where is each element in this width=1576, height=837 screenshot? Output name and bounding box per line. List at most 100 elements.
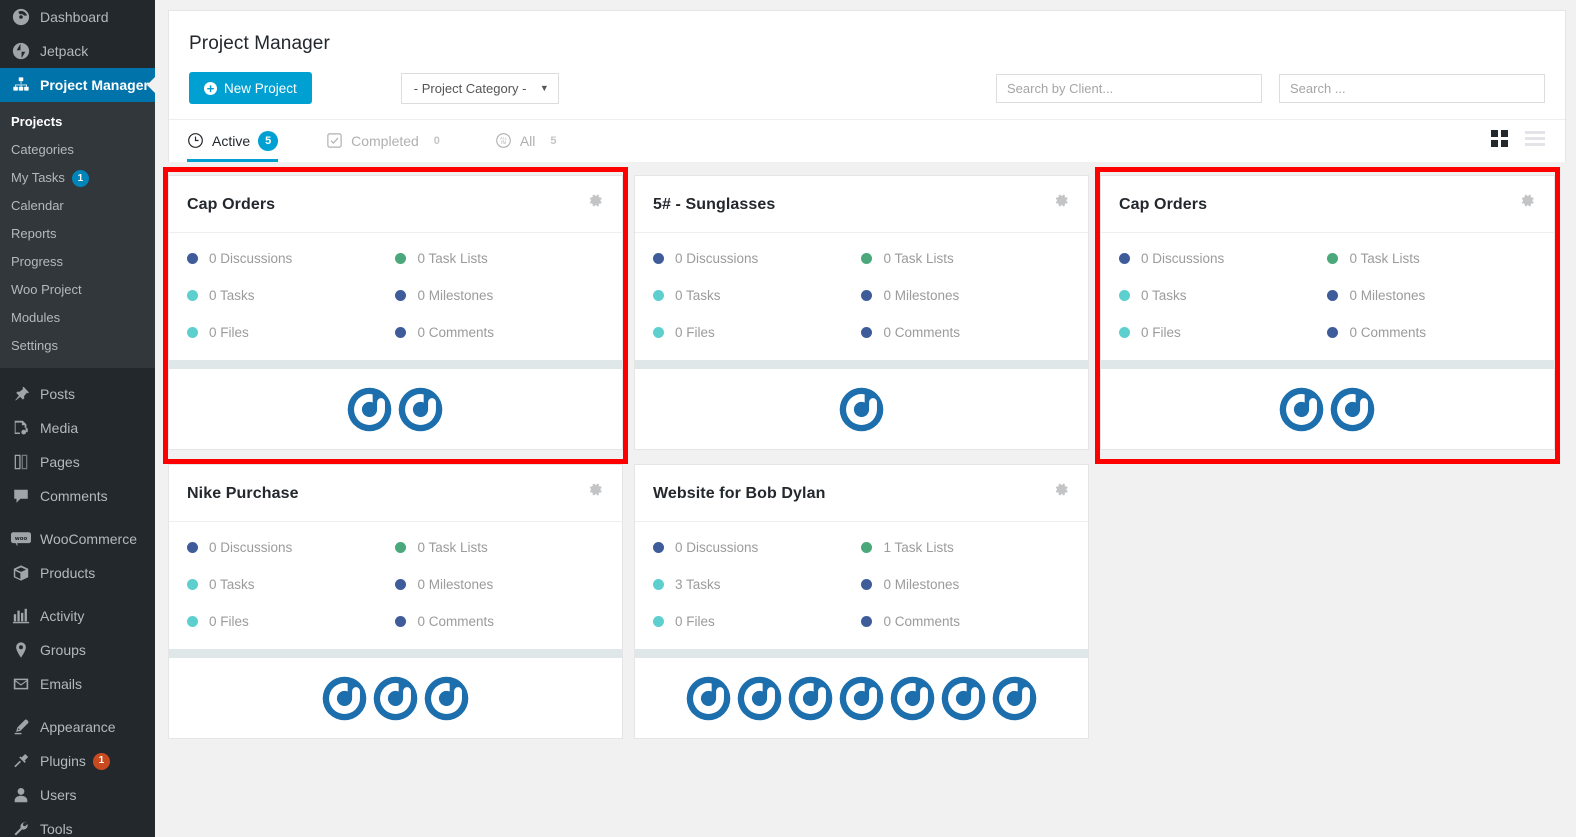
stat-label: 0 Milestones	[883, 577, 960, 592]
stat-dot-icon	[1327, 253, 1339, 264]
sidebar-item-tools[interactable]: Tools	[0, 812, 155, 837]
sidebar-item-comments[interactable]: Comments	[0, 479, 155, 513]
stat-dot-icon	[187, 579, 198, 590]
new-project-button[interactable]: + New Project	[189, 72, 312, 104]
project-stats: 0 Discussions 0 Task Lists 0 Tasks 0 Milest…	[1101, 233, 1554, 360]
submenu-item-categories[interactable]: Categories	[0, 136, 155, 164]
project-stat: 0 Tasks	[187, 577, 395, 592]
avatar	[1331, 387, 1375, 431]
tab-active[interactable]: Active 5	[187, 119, 304, 162]
sidebar-item-dashboard[interactable]: Dashboard	[0, 0, 155, 34]
stat-label: 0 Tasks	[1140, 288, 1187, 303]
search-input[interactable]	[1279, 73, 1545, 103]
project-stats: 0 Discussions 0 Task Lists 0 Tasks 0 Milest…	[635, 233, 1088, 360]
stat-dot-icon	[395, 542, 407, 553]
tab-all[interactable]: ALL IN All 5	[495, 119, 590, 162]
project-manager-icon	[11, 75, 31, 95]
products-icon	[11, 563, 31, 583]
stat-label: 0 Discussions	[1140, 251, 1225, 266]
project-stat: 0 Task Lists	[395, 251, 604, 266]
card-divider	[1100, 360, 1554, 369]
project-card[interactable]: Website for Bob Dylan 0 Discussions 1 Task…	[633, 464, 1089, 739]
project-card-header: Cap Orders	[169, 176, 622, 233]
submenu-item-progress[interactable]: Progress	[0, 248, 155, 276]
stat-dot-icon	[652, 579, 664, 590]
project-stat: 0 Files	[652, 325, 861, 340]
project-category-select[interactable]: - Project Category - ▼	[400, 72, 559, 104]
sidebar-item-users[interactable]: Users	[0, 778, 155, 812]
project-card[interactable]: Nike Purchase 0 Discussions 0 Task Lists 0 …	[168, 464, 623, 739]
project-manager-panel: Project Manager + New Project - Project …	[168, 10, 1566, 162]
submenu-item-calendar[interactable]: Calendar	[0, 192, 155, 220]
sidebar-item-label: Posts	[40, 386, 76, 403]
stat-dot-icon	[395, 290, 407, 301]
svg-text:IN: IN	[501, 140, 506, 146]
project-stat: 0 Comments	[861, 614, 1070, 629]
grid-view-icon[interactable]	[1491, 130, 1508, 152]
list-view-icon[interactable]	[1525, 131, 1545, 151]
emails-icon	[11, 674, 31, 694]
stat-dot-icon	[187, 327, 198, 338]
submenu-item-modules[interactable]: Modules	[0, 304, 155, 332]
tab-completed[interactable]: Completed 0	[326, 119, 473, 162]
users-icon	[11, 785, 31, 805]
submenu-item-woo-project[interactable]: Woo Project	[0, 276, 155, 304]
stat-label: 3 Tasks	[674, 577, 721, 592]
project-stats: 0 Discussions 0 Task Lists 0 Tasks 0 Milest…	[169, 522, 622, 649]
activity-icon	[11, 606, 31, 626]
gear-icon[interactable]	[1053, 481, 1070, 498]
project-stat: 0 Milestones	[395, 288, 604, 303]
sidebar-item-pages[interactable]: Pages	[0, 445, 155, 479]
submenu-item-my-tasks[interactable]: My Tasks 1	[0, 164, 155, 192]
sidebar-item-plugins[interactable]: Plugins 1	[0, 744, 155, 778]
submenu-item-projects[interactable]: Projects	[0, 108, 155, 136]
stat-label: 0 Tasks	[209, 288, 255, 303]
stat-dot-icon	[861, 579, 873, 590]
project-card[interactable]: 5# - Sunglasses 0 Discussions 0 Task Lists…	[633, 175, 1089, 450]
sidebar-item-label: Users	[40, 787, 77, 804]
project-stat: 0 Files	[187, 614, 395, 629]
stat-dot-icon	[395, 253, 407, 264]
stat-dot-icon	[652, 290, 664, 301]
menu-badge: 1	[92, 752, 110, 770]
stat-dot-icon	[861, 327, 873, 338]
sidebar-item-emails[interactable]: Emails	[0, 667, 155, 701]
project-title: 5# - Sunglasses	[652, 196, 776, 213]
sidebar-item-media[interactable]: Media	[0, 411, 155, 445]
gear-icon[interactable]	[587, 481, 604, 498]
submenu-item-settings[interactable]: Settings	[0, 332, 155, 360]
project-stat: 0 Tasks	[652, 288, 861, 303]
sidebar-item-groups[interactable]: Groups	[0, 633, 155, 667]
sidebar-item-activity[interactable]: Activity	[0, 599, 155, 633]
sidebar-item-appearance[interactable]: Appearance	[0, 710, 155, 744]
gear-icon[interactable]	[1053, 192, 1070, 209]
media-icon	[11, 418, 31, 438]
avatar	[839, 676, 884, 720]
project-stat: 0 Discussions	[652, 540, 861, 555]
stat-dot-icon	[187, 253, 198, 264]
sidebar-item-jetpack[interactable]: Jetpack	[0, 34, 155, 68]
sidebar-item-posts[interactable]: Posts	[0, 377, 155, 411]
project-stat: 0 Task Lists	[1327, 251, 1536, 266]
sidebar-item-label: Media	[40, 420, 79, 437]
jetpack-icon	[11, 41, 31, 61]
menu-separator	[0, 513, 155, 522]
project-card[interactable]: Cap Orders 0 Discussions 0 Task Lists 0 Tas…	[1099, 175, 1555, 450]
submenu-item-reports[interactable]: Reports	[0, 220, 155, 248]
sidebar-item-woocommerce[interactable]: woo WooCommerce	[0, 522, 155, 556]
avatar	[890, 676, 935, 720]
page-title: Project Manager	[189, 33, 330, 54]
client-search-input[interactable]	[996, 73, 1262, 103]
toolbar: + New Project - Project Category - ▼	[169, 55, 1565, 119]
stat-dot-icon	[1118, 327, 1130, 338]
stat-label: 0 Files	[209, 614, 249, 629]
stat-label: 0 Comments	[1349, 325, 1426, 340]
project-members	[634, 658, 1088, 738]
gear-icon[interactable]	[587, 192, 604, 209]
sidebar-item-project-manager[interactable]: Project Manager	[0, 68, 155, 102]
sidebar-item-products[interactable]: Products	[0, 556, 155, 590]
new-project-label: New Project	[224, 80, 297, 96]
project-card[interactable]: Cap Orders 0 Discussions 0 Task Lists 0 Tas…	[168, 175, 623, 450]
gear-icon[interactable]	[1519, 192, 1536, 209]
avatar	[399, 387, 443, 431]
